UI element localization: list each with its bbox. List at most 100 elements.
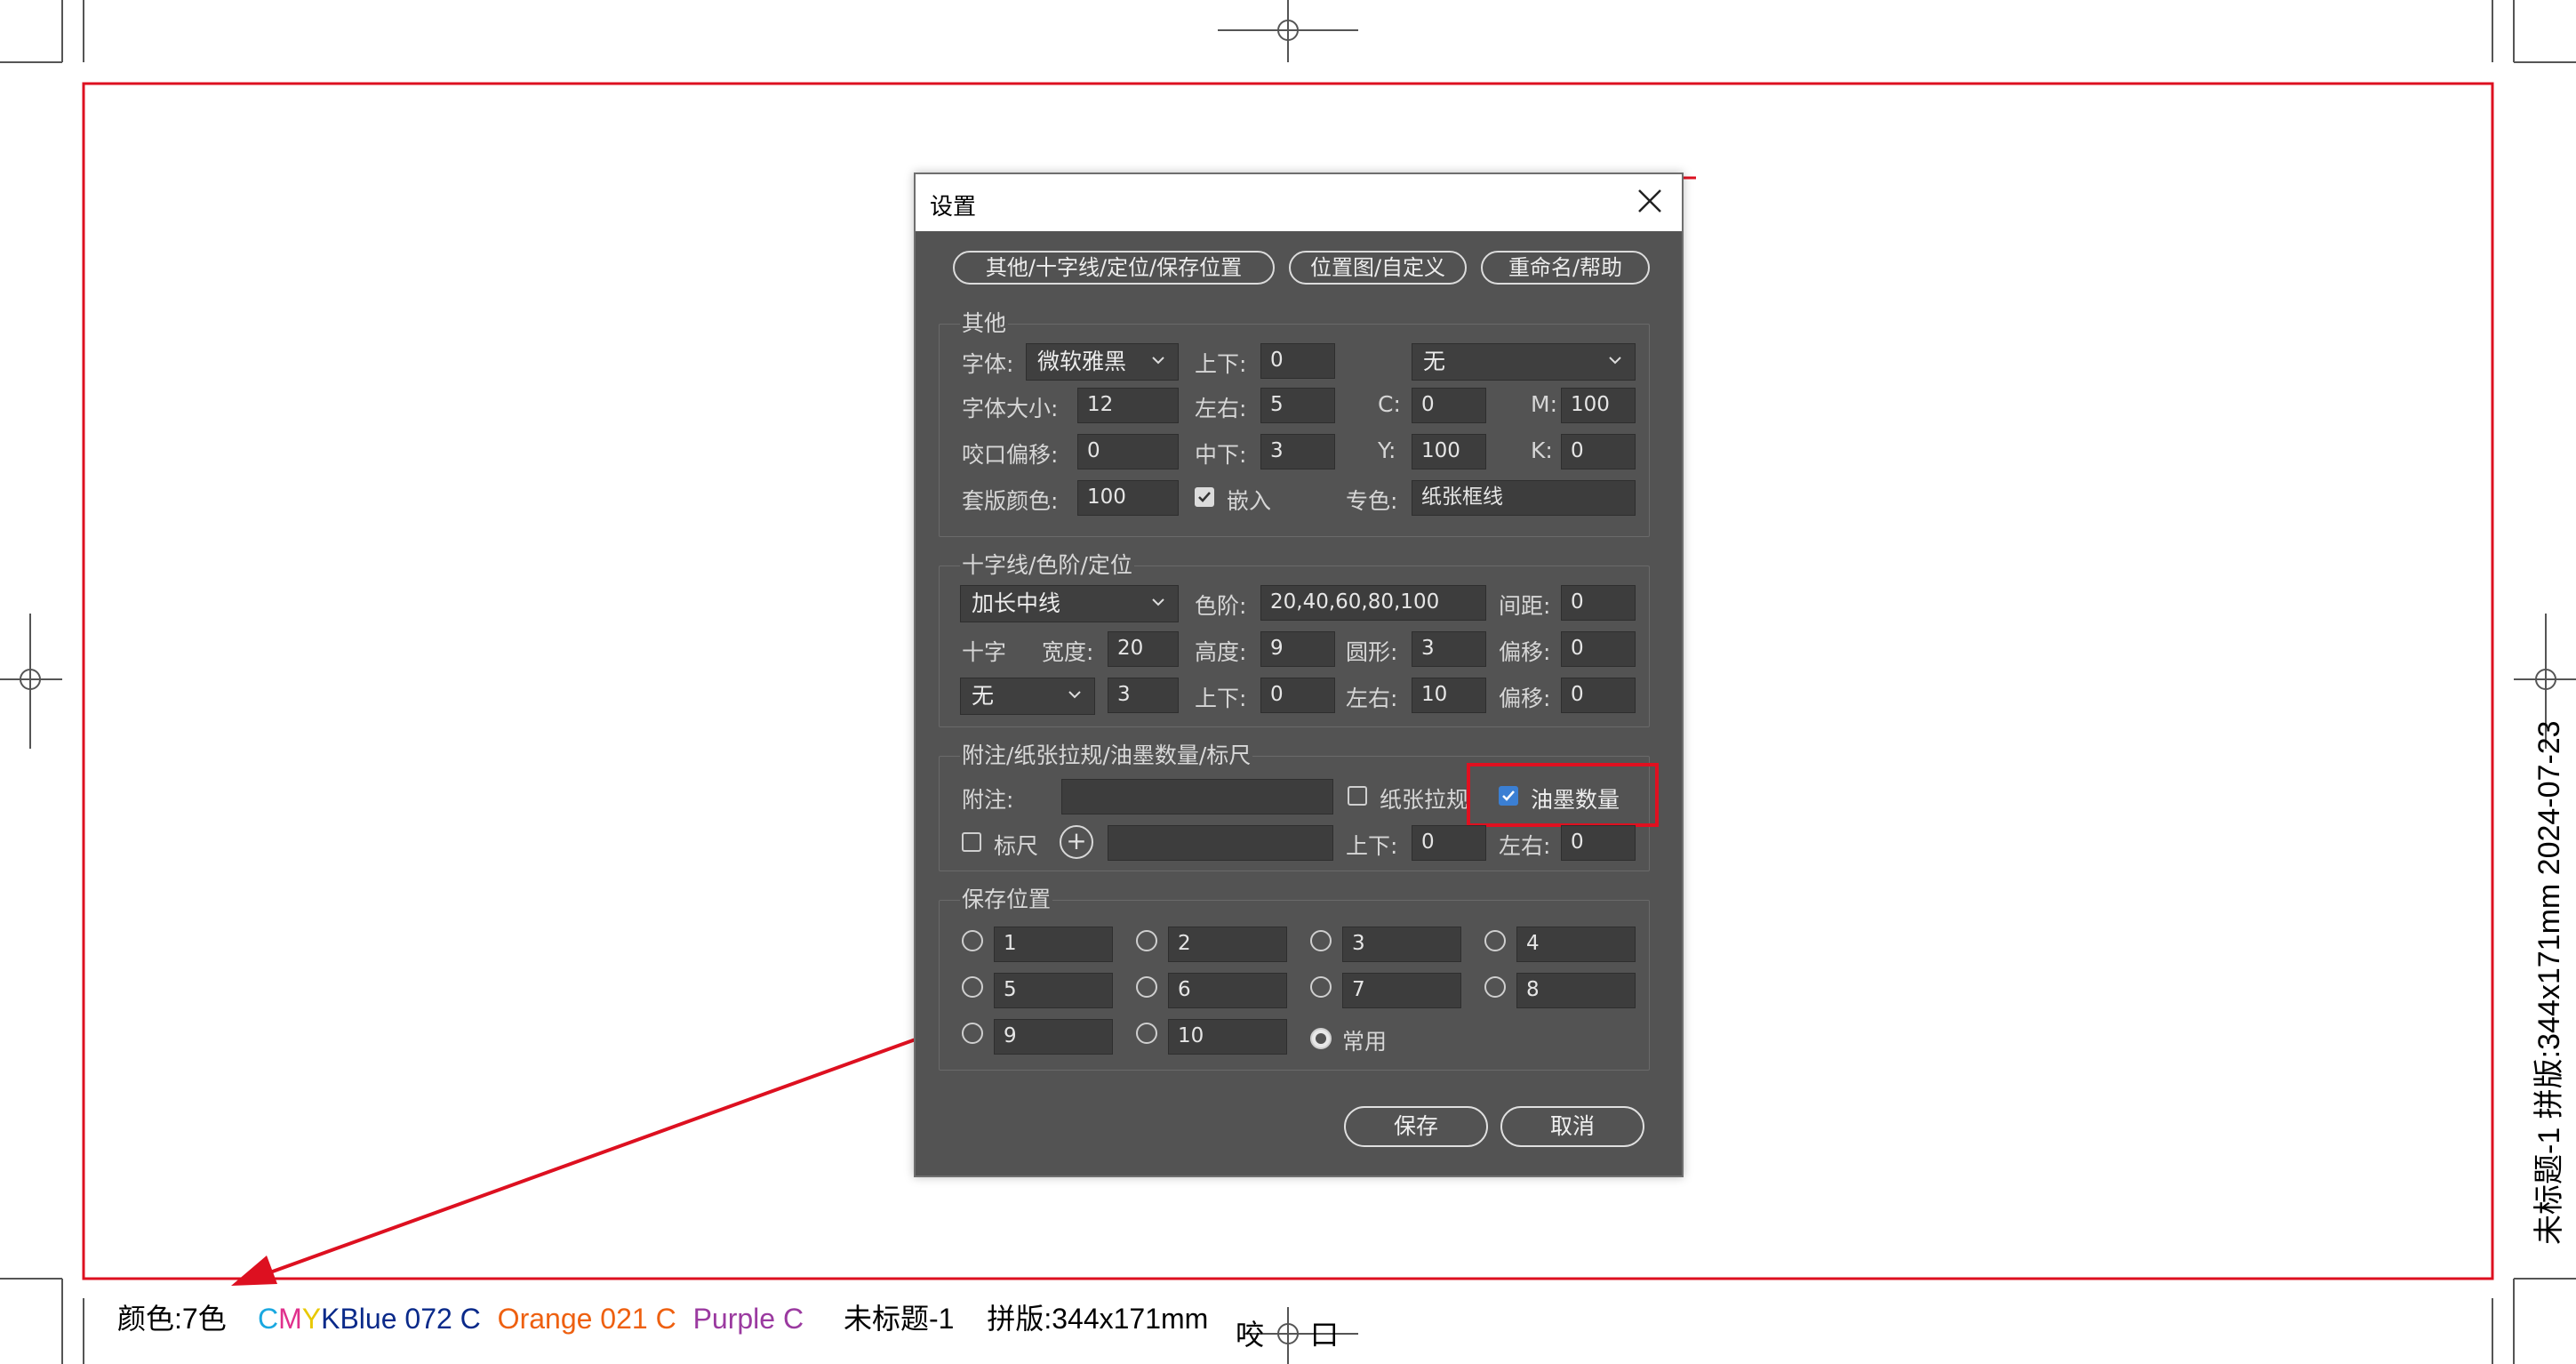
group-other-legend: 其他 bbox=[960, 306, 1009, 338]
chevron-down-icon bbox=[1152, 357, 1164, 365]
save-slot-radio[interactable] bbox=[1484, 976, 1506, 998]
ruler-input[interactable] bbox=[1108, 825, 1333, 861]
middown-input[interactable]: 3 bbox=[1260, 434, 1335, 469]
embed-label: 嵌入 bbox=[1227, 488, 1272, 514]
font-select-value: 微软雅黑 bbox=[1037, 349, 1127, 374]
chevron-down-icon bbox=[1609, 357, 1621, 365]
offset-input[interactable]: 0 bbox=[1561, 631, 1636, 667]
fontsize-input[interactable]: 12 bbox=[1077, 388, 1179, 423]
updown-label: 上下: bbox=[1195, 351, 1247, 377]
position-select-value: 无 bbox=[1423, 349, 1446, 374]
ink-cyan: C bbox=[258, 1303, 279, 1335]
save-slot-input[interactable]: 7 bbox=[1342, 973, 1461, 1008]
m-input[interactable]: 100 bbox=[1561, 388, 1636, 423]
cross-label: 十字 bbox=[962, 639, 1007, 665]
spot-label: 专色: bbox=[1346, 488, 1398, 514]
ink-purple: Purple C bbox=[692, 1303, 804, 1335]
font-select[interactable]: 微软雅黑 bbox=[1026, 343, 1179, 381]
imposition-size: 拼版:344x171mm bbox=[987, 1303, 1209, 1335]
offset2-input[interactable]: 0 bbox=[1561, 678, 1636, 713]
mark-select[interactable]: 无 bbox=[960, 678, 1095, 715]
side-info-text: 未标题-1 拼版:344x171mm 2024-07-23 bbox=[2532, 720, 2566, 1245]
k-label: K: bbox=[1531, 437, 1553, 463]
tab-position-map[interactable]: 位置图/自定义 bbox=[1289, 251, 1467, 285]
bite-offset-label: 咬口偏移: bbox=[962, 442, 1059, 468]
save-slot-radio[interactable] bbox=[1136, 976, 1157, 998]
cancel-button[interactable]: 取消 bbox=[1500, 1106, 1644, 1147]
mark-size-input[interactable]: 3 bbox=[1108, 678, 1179, 713]
save-slot-input[interactable]: 9 bbox=[994, 1019, 1113, 1055]
cross-updown-input[interactable]: 0 bbox=[1260, 678, 1335, 713]
save-button[interactable]: 保存 bbox=[1344, 1106, 1488, 1147]
ink-black: K bbox=[321, 1303, 340, 1335]
tab-other[interactable]: 其他/十字线/定位/保存位置 bbox=[953, 251, 1275, 285]
m-label: M: bbox=[1531, 391, 1557, 417]
dialog-title: 设置 bbox=[930, 194, 977, 221]
width-input[interactable]: 20 bbox=[1108, 631, 1179, 667]
note-input[interactable] bbox=[1061, 779, 1333, 814]
save-slot-input[interactable]: 5 bbox=[994, 973, 1113, 1008]
save-slot-input[interactable]: 8 bbox=[1516, 973, 1636, 1008]
settings-dialog: 设置 其他/十字线/定位/保存位置 位置图/自定义 重命名/帮助 其他 字体: … bbox=[914, 173, 1684, 1177]
leftright-input[interactable]: 5 bbox=[1260, 388, 1335, 423]
save-slot-input[interactable]: 3 bbox=[1342, 927, 1461, 962]
add-ruler-button[interactable]: + bbox=[1060, 825, 1093, 859]
spot-input[interactable]: 纸张框线 bbox=[1412, 480, 1636, 516]
k-input[interactable]: 0 bbox=[1561, 434, 1636, 469]
check-icon bbox=[1198, 492, 1211, 502]
save-slot-radio[interactable] bbox=[962, 1023, 983, 1044]
save-slot-radio[interactable] bbox=[1136, 1023, 1157, 1044]
offset-label: 偏移: bbox=[1499, 639, 1551, 665]
close-icon[interactable] bbox=[1630, 181, 1669, 221]
ink-quantity-highlight bbox=[1467, 763, 1659, 827]
ink-orange: Orange 021 C bbox=[497, 1303, 676, 1335]
levels-label: 色阶: bbox=[1195, 593, 1247, 619]
updown-input[interactable]: 0 bbox=[1260, 343, 1335, 379]
save-slot-input[interactable]: 6 bbox=[1168, 973, 1287, 1008]
chevron-down-icon bbox=[1152, 598, 1164, 606]
group-save-legend: 保存位置 bbox=[960, 882, 1053, 914]
ink-list: CMYKBlue 072 C Orange 021 C Purple C 未标题… bbox=[258, 1296, 1208, 1337]
save-slot-radio[interactable] bbox=[1136, 930, 1157, 951]
middown-label: 中下: bbox=[1195, 442, 1247, 468]
leftright-label: 左右: bbox=[1195, 396, 1247, 421]
save-slot-radio[interactable] bbox=[962, 976, 983, 998]
ink-magenta: M bbox=[278, 1303, 302, 1335]
ruler-checkbox[interactable] bbox=[962, 832, 981, 852]
save-slot-input[interactable]: 2 bbox=[1168, 927, 1287, 962]
y-input[interactable]: 100 bbox=[1412, 434, 1486, 469]
cross-leftright-label: 左右: bbox=[1346, 686, 1398, 711]
save-slot-radio[interactable] bbox=[1484, 930, 1506, 951]
circle-label: 圆形: bbox=[1346, 639, 1398, 665]
gap-input[interactable]: 0 bbox=[1561, 585, 1636, 621]
save-slot-input[interactable]: 1 bbox=[994, 927, 1113, 962]
tab-rename-help[interactable]: 重命名/帮助 bbox=[1481, 251, 1650, 285]
height-input[interactable]: 9 bbox=[1260, 631, 1335, 667]
levels-input[interactable]: 20,40,60,80,100 bbox=[1260, 585, 1486, 621]
paper-guide-checkbox[interactable] bbox=[1348, 786, 1367, 806]
c-label: C: bbox=[1378, 391, 1401, 417]
cross-type-select[interactable]: 加长中线 bbox=[960, 585, 1179, 622]
y-label: Y: bbox=[1378, 437, 1396, 463]
dialog-titlebar: 设置 bbox=[916, 174, 1682, 231]
bite-offset-input[interactable]: 0 bbox=[1077, 434, 1179, 469]
save-slot-radio[interactable] bbox=[1310, 930, 1332, 951]
paper-guide-label: 纸张拉规 bbox=[1380, 787, 1469, 813]
save-slot-input[interactable]: 10 bbox=[1168, 1019, 1287, 1055]
embed-checkbox[interactable] bbox=[1195, 487, 1214, 507]
c-input[interactable]: 0 bbox=[1412, 388, 1486, 423]
ink-yellow: Y bbox=[301, 1303, 322, 1335]
common-radio[interactable] bbox=[1310, 1028, 1332, 1049]
circle-input[interactable]: 3 bbox=[1412, 631, 1486, 667]
chevron-down-icon bbox=[1068, 691, 1081, 699]
note-label: 附注: bbox=[962, 787, 1014, 813]
save-slot-radio[interactable] bbox=[962, 930, 983, 951]
position-select[interactable]: 无 bbox=[1412, 343, 1636, 381]
reg-color-input[interactable]: 100 bbox=[1077, 480, 1179, 516]
notes-updown-input[interactable]: 0 bbox=[1412, 825, 1486, 861]
save-slot-radio[interactable] bbox=[1310, 976, 1332, 998]
notes-leftright-input[interactable]: 0 bbox=[1561, 825, 1636, 861]
cross-leftright-input[interactable]: 10 bbox=[1412, 678, 1486, 713]
save-slot-input[interactable]: 4 bbox=[1516, 927, 1636, 962]
cross-updown-label: 上下: bbox=[1195, 686, 1247, 711]
